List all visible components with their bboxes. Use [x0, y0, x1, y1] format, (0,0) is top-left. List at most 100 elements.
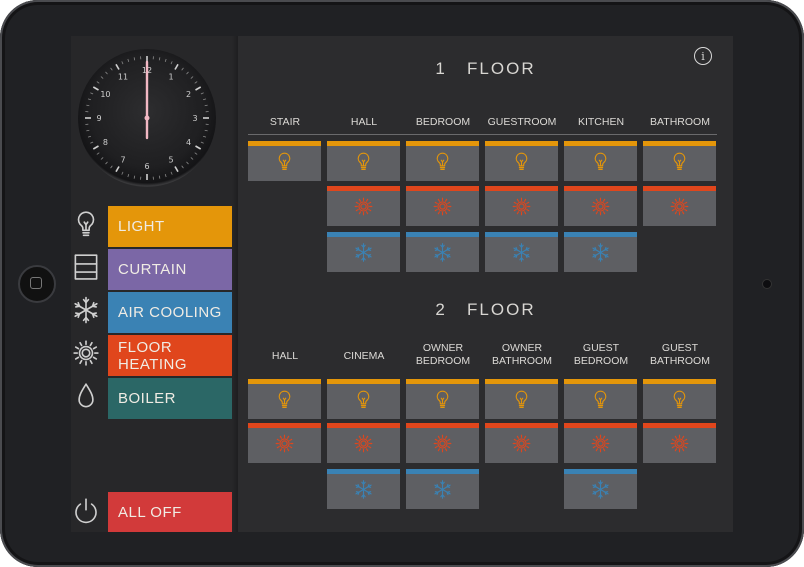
menu-label: LIGHT	[118, 218, 165, 235]
bulb-icon	[357, 152, 370, 170]
heater-icon	[73, 340, 99, 366]
clock-tick	[87, 135, 92, 138]
tile-cooling[interactable]	[564, 232, 637, 272]
clock-tick	[170, 171, 173, 175]
tile-heating[interactable]	[406, 423, 479, 463]
clock-center	[144, 115, 150, 121]
tile-color-strip	[564, 423, 637, 428]
bulb-icon	[594, 390, 607, 408]
menu-air-cooling[interactable]: AIR COOLING	[108, 292, 238, 333]
tile-light[interactable]	[564, 141, 637, 181]
tile-light[interactable]	[406, 141, 479, 181]
tile-light[interactable]	[643, 141, 716, 181]
tile-light[interactable]	[485, 379, 558, 419]
clock-tick	[164, 173, 167, 178]
room-label: OWNER BEDROOM	[415, 342, 471, 367]
bulb-icon	[515, 390, 528, 408]
snowflake-icon	[592, 243, 609, 262]
tile-color-strip	[327, 232, 400, 237]
clock-number: 1	[168, 72, 173, 81]
snowflake-icon	[355, 480, 372, 499]
heater-icon	[512, 434, 531, 453]
air-cooling-menu-icon	[71, 295, 105, 329]
tile-light[interactable]	[485, 141, 558, 181]
bulb-icon	[278, 152, 291, 170]
tile-color-strip	[327, 379, 400, 384]
clock-face: 121234567891011	[85, 56, 209, 180]
tile-heating[interactable]	[327, 186, 400, 226]
tile-light[interactable]	[564, 379, 637, 419]
tile-color-strip	[485, 423, 558, 428]
bulb-icon	[357, 390, 370, 408]
bulb-icon	[673, 152, 686, 170]
tile-color-strip	[406, 469, 479, 474]
tile-color-strip	[327, 186, 400, 191]
screen: 121234567891011 LIGHT CURTAINAIR COOLINGF…	[71, 36, 733, 532]
curtain-menu-icon	[71, 252, 105, 286]
menu-boiler[interactable]: BOILER	[108, 378, 238, 419]
tile-cooling[interactable]	[485, 232, 558, 272]
menu-floor-heating[interactable]: FLOOR HEATING	[108, 335, 238, 376]
clock-tick	[127, 173, 130, 178]
heater-icon	[354, 434, 373, 453]
clock-tick	[86, 104, 90, 107]
menu-light[interactable]: LIGHT	[108, 206, 238, 247]
tile-color-strip	[485, 141, 558, 146]
boiler-menu-icon	[71, 381, 105, 415]
menu-curtain[interactable]: CURTAIN	[108, 249, 238, 290]
tile-cooling[interactable]	[327, 469, 400, 509]
tile-light[interactable]	[327, 379, 400, 419]
tile-light[interactable]	[643, 379, 716, 419]
heater-icon	[275, 434, 294, 453]
snowflake-icon	[74, 296, 98, 324]
room-label: BATHROOM	[650, 116, 710, 128]
clock-tick	[87, 98, 92, 101]
tile-color-strip	[485, 232, 558, 237]
clock-tick	[90, 92, 94, 95]
tile-heating[interactable]	[485, 186, 558, 226]
tile-heating[interactable]	[248, 423, 321, 463]
tile-cooling[interactable]	[564, 469, 637, 509]
room-label: OWNER BATHROOM	[492, 342, 552, 367]
heater-icon	[670, 197, 689, 216]
clock-tick	[195, 86, 202, 91]
tile-heating[interactable]	[643, 186, 716, 226]
bulb-icon	[77, 211, 95, 237]
tile-cooling[interactable]	[327, 232, 400, 272]
clock-number: 3	[192, 114, 197, 123]
tile-heating[interactable]	[564, 423, 637, 463]
tile-color-strip	[485, 186, 558, 191]
tile-heating[interactable]	[485, 423, 558, 463]
bulb-icon	[436, 152, 449, 170]
room-label: STAIR	[269, 116, 301, 128]
clock-tick	[202, 98, 207, 101]
clock-tick	[194, 81, 198, 84]
clock-tick	[115, 63, 120, 70]
clock-tick	[110, 165, 113, 169]
heater-icon	[670, 434, 689, 453]
clock-tick	[158, 57, 161, 61]
tile-cooling[interactable]	[406, 232, 479, 272]
tile-heating[interactable]	[564, 186, 637, 226]
tile-heating[interactable]	[406, 186, 479, 226]
clock-tick	[86, 129, 90, 132]
water-drop-icon	[78, 383, 94, 408]
tile-light[interactable]	[248, 379, 321, 419]
tile-light[interactable]	[327, 141, 400, 181]
tile-heating[interactable]	[327, 423, 400, 463]
room-label: CINEMA	[343, 350, 385, 362]
menu-label: BOILER	[118, 390, 177, 407]
tile-light[interactable]	[248, 141, 321, 181]
heater-icon	[433, 197, 452, 216]
clock-tick	[115, 166, 120, 173]
tile-color-strip	[327, 141, 400, 146]
all-off-button[interactable]: ALL OFF	[108, 492, 238, 532]
tile-light[interactable]	[406, 379, 479, 419]
floor-title: 2 FLOOR	[435, 300, 536, 319]
tile-color-strip	[564, 379, 637, 384]
tile-cooling[interactable]	[406, 469, 479, 509]
tile-heating[interactable]	[643, 423, 716, 463]
floor-divider	[248, 134, 717, 135]
tile-color-strip	[643, 141, 716, 146]
home-button[interactable]	[18, 265, 56, 303]
